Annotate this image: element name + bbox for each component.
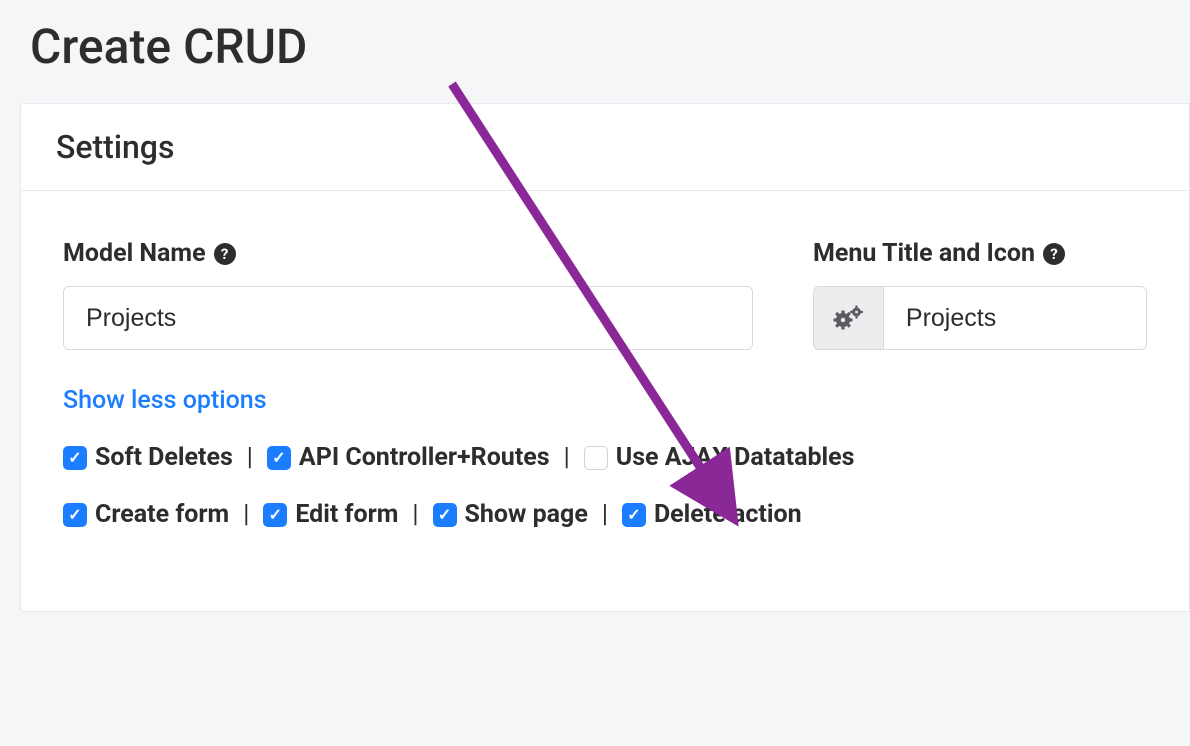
checkbox-icon: ✓: [433, 503, 457, 527]
checkbox-icon: [584, 446, 608, 470]
checkbox-edit-form[interactable]: ✓ Edit form: [263, 500, 398, 529]
separator: |: [243, 500, 249, 529]
checkbox-show-page[interactable]: ✓ Show page: [433, 500, 588, 529]
checkbox-icon: ✓: [63, 446, 87, 470]
menu-title-label: Menu Title and Icon ?: [813, 239, 1147, 268]
checkbox-icon: ✓: [63, 503, 87, 527]
checkbox-create-form[interactable]: ✓ Create form: [63, 500, 229, 529]
separator: |: [564, 443, 570, 472]
icon-picker-button[interactable]: [813, 286, 883, 350]
checkbox-delete-action[interactable]: ✓ Delete action: [622, 500, 802, 529]
separator: |: [602, 500, 608, 529]
checkbox-icon: ✓: [267, 446, 291, 470]
checkbox-api-controller[interactable]: ✓ API Controller+Routes: [267, 443, 550, 472]
help-icon[interactable]: ?: [214, 243, 236, 265]
panel-title: Settings: [56, 128, 1154, 166]
model-name-label: Model Name ?: [63, 239, 753, 268]
checkbox-icon: ✓: [622, 503, 646, 527]
checkbox-soft-deletes[interactable]: ✓ Soft Deletes: [63, 443, 233, 472]
panel-body: Model Name ? Menu Title and Icon ?: [21, 191, 1189, 611]
separator: |: [412, 500, 418, 529]
checkbox-ajax-datatables[interactable]: Use AJAX Datatables: [584, 443, 855, 472]
page-title: Create CRUD: [0, 0, 1190, 103]
settings-panel: Settings Model Name ? Menu Title and Ico…: [20, 103, 1190, 612]
options-row-2: ✓ Create form | ✓ Edit form | ✓ Show pag…: [63, 500, 1147, 529]
menu-title-input[interactable]: [883, 286, 1147, 350]
panel-header: Settings: [21, 104, 1189, 191]
model-name-input[interactable]: [63, 286, 753, 350]
gears-icon: [832, 304, 864, 332]
separator: |: [247, 443, 253, 472]
help-icon[interactable]: ?: [1043, 243, 1065, 265]
checkbox-icon: ✓: [263, 503, 287, 527]
options-row-1: ✓ Soft Deletes | ✓ API Controller+Routes…: [63, 443, 1147, 472]
show-less-options-link[interactable]: Show less options: [63, 386, 267, 415]
